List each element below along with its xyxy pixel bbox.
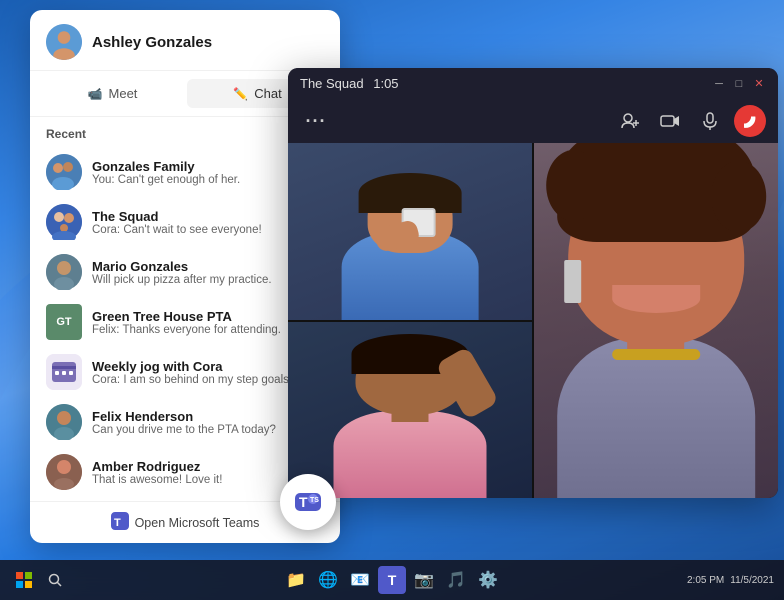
end-call-button[interactable] xyxy=(734,105,766,137)
svg-text:T: T xyxy=(114,517,121,529)
taskbar: 📁 🌐 📧 T 📷 🎵 ⚙️ 2:05 PM 11/5/2021 xyxy=(0,560,784,600)
taskbar-app-1[interactable]: 📁 xyxy=(282,566,310,594)
avatar-calendar xyxy=(46,354,82,390)
svg-text:TS: TS xyxy=(310,497,319,504)
teams-logo-icon: T xyxy=(111,512,129,533)
open-teams-label: Open Microsoft Teams xyxy=(135,516,260,530)
more-options-button[interactable]: ··· xyxy=(300,105,332,137)
video-participant-main xyxy=(534,143,778,498)
chat-header: Ashley Gonzales xyxy=(30,10,340,71)
video-participant-1 xyxy=(288,143,532,320)
avatar xyxy=(46,404,82,440)
minimize-button[interactable]: ─ xyxy=(712,77,726,91)
search-icon[interactable] xyxy=(41,566,69,594)
taskbar-start xyxy=(10,566,69,594)
avatar xyxy=(46,454,82,490)
taskbar-app-5[interactable]: 📷 xyxy=(410,566,438,594)
video-call-window: The Squad 1:05 ─ □ ✕ ··· xyxy=(288,68,778,498)
avatar-gt: GT xyxy=(46,304,82,340)
camera-button[interactable] xyxy=(654,105,686,137)
taskbar-right: 2:05 PM 11/5/2021 xyxy=(687,575,774,586)
video-grid xyxy=(288,143,778,498)
video-call-title: The Squad 1:05 xyxy=(300,76,399,91)
svg-text:T: T xyxy=(299,494,308,510)
microphone-button[interactable] xyxy=(694,105,726,137)
meet-icon: 📹 xyxy=(88,87,103,101)
taskbar-app-2[interactable]: 🌐 xyxy=(314,566,342,594)
avatar xyxy=(46,204,82,240)
video-toolbar: ··· xyxy=(288,99,778,143)
video-titlebar: The Squad 1:05 ─ □ ✕ xyxy=(288,68,778,99)
avatar xyxy=(46,154,82,190)
taskbar-date: 11/5/2021 xyxy=(730,575,774,586)
titlebar-controls: ─ □ ✕ xyxy=(712,77,766,91)
add-people-button[interactable] xyxy=(614,105,646,137)
taskbar-app-6[interactable]: 🎵 xyxy=(442,566,470,594)
taskbar-center-icons: 📁 🌐 📧 T 📷 🎵 ⚙️ xyxy=(282,566,502,594)
user-name: Ashley Gonzales xyxy=(92,34,212,51)
chat-icon: ✏️ xyxy=(233,87,248,101)
taskbar-app-3[interactable]: 📧 xyxy=(346,566,374,594)
teams-floating-icon[interactable]: T TS xyxy=(280,474,336,530)
taskbar-app-4[interactable]: T xyxy=(378,566,406,594)
user-avatar xyxy=(46,24,82,60)
video-participant-2 xyxy=(288,322,532,499)
avatar xyxy=(46,254,82,290)
close-button[interactable]: ✕ xyxy=(752,77,766,91)
tab-meet[interactable]: 📹 Meet xyxy=(42,79,183,108)
maximize-button[interactable]: □ xyxy=(732,77,746,91)
taskbar-app-7[interactable]: ⚙️ xyxy=(474,566,502,594)
taskbar-time: 2:05 PM xyxy=(687,575,724,586)
start-button[interactable] xyxy=(10,566,38,594)
